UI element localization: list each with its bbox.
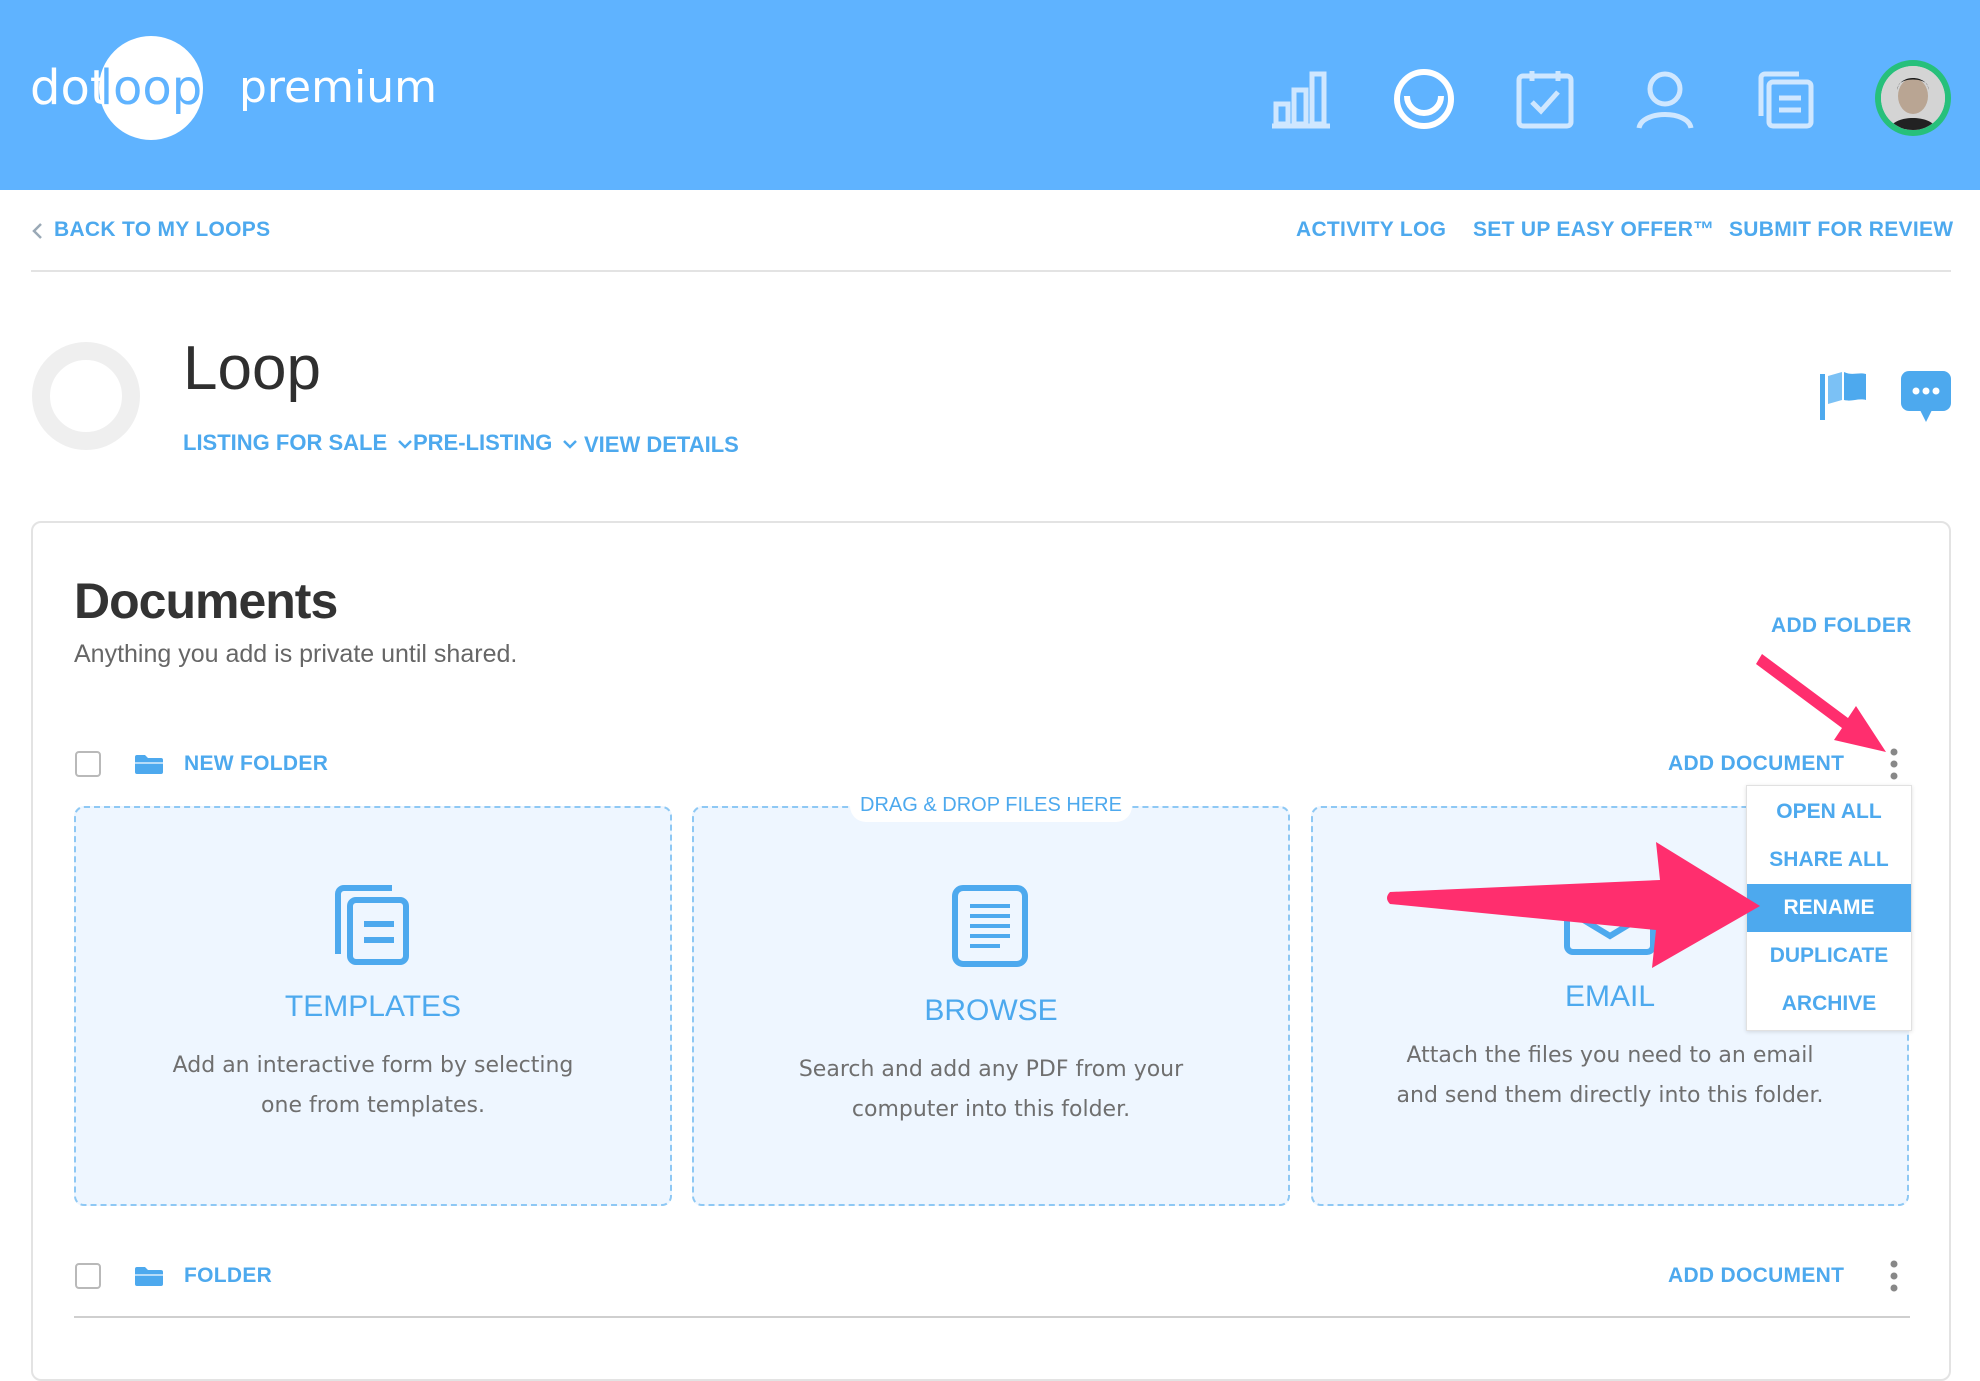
- loop-title: Loop: [183, 334, 321, 403]
- browse-desc-line2: computer into this folder.: [851, 1097, 1131, 1122]
- status-dropdown[interactable]: PRE-LISTING: [413, 430, 578, 456]
- templates-desc-line1: Add an interactive form by selecting: [172, 1053, 574, 1078]
- menu-item-rename[interactable]: RENAME: [1747, 884, 1911, 932]
- flag-icon[interactable]: [1818, 370, 1868, 422]
- folder-icon: [135, 1267, 163, 1286]
- add-document-link[interactable]: ADD DOCUMENT: [1668, 1264, 1844, 1288]
- folder-icon: [135, 755, 163, 774]
- browse-document-icon: [952, 885, 1028, 967]
- templates-desc-line2: one from templates.: [261, 1093, 485, 1118]
- submit-for-review-link[interactable]: SUBMIT FOR REVIEW: [1729, 218, 1953, 242]
- documents-icon[interactable]: [1755, 68, 1817, 130]
- drag-drop-label: DRAG & DROP FILES HERE: [850, 788, 1132, 822]
- folder-name-new-folder[interactable]: NEW FOLDER: [184, 752, 328, 776]
- folder-divider: [74, 1316, 1910, 1318]
- folder-checkbox[interactable]: [75, 751, 101, 777]
- chevron-down-icon: [398, 440, 413, 449]
- view-details-link[interactable]: VIEW DETAILS: [584, 432, 739, 458]
- menu-item-open-all[interactable]: OPEN ALL: [1747, 788, 1911, 836]
- loop-progress-circle: [32, 342, 140, 450]
- profile-icon[interactable]: [1634, 68, 1696, 130]
- chart-icon[interactable]: [1270, 68, 1332, 130]
- easy-offer-link[interactable]: SET UP EASY OFFER™: [1473, 218, 1715, 242]
- avatar[interactable]: [1881, 66, 1945, 130]
- add-document-link[interactable]: ADD DOCUMENT: [1668, 752, 1844, 776]
- status-label: PRE-LISTING: [413, 430, 553, 455]
- folder-checkbox[interactable]: [75, 1263, 101, 1289]
- email-desc-line1: Attach the files you need to an email: [1406, 1043, 1814, 1068]
- templates-icon: [335, 885, 409, 965]
- loop-icon[interactable]: [1393, 68, 1455, 130]
- documents-subtitle: Anything you add is private until shared…: [74, 640, 518, 668]
- more-options-icon[interactable]: [1889, 1259, 1899, 1295]
- add-folder-link[interactable]: ADD FOLDER: [1771, 614, 1912, 638]
- logo-dot-text: dot: [30, 60, 109, 116]
- logo-loop-text: loop: [99, 60, 203, 116]
- activity-log-link[interactable]: ACTIVITY LOG: [1296, 218, 1446, 242]
- back-to-my-loops-link[interactable]: BACK TO MY LOOPS: [54, 218, 270, 242]
- plan-label: premium: [239, 62, 437, 113]
- templates-title: TEMPLATES: [284, 990, 462, 1023]
- menu-item-duplicate[interactable]: DUPLICATE: [1747, 932, 1911, 980]
- more-options-icon[interactable]: [1889, 747, 1899, 783]
- documents-title: Documents: [74, 573, 338, 629]
- transaction-type-label: LISTING FOR SALE: [183, 430, 388, 455]
- folder-options-menu: OPEN ALL SHARE ALL RENAME DUPLICATE ARCH…: [1746, 785, 1912, 1031]
- chevron-down-icon: [563, 440, 578, 449]
- chat-icon[interactable]: [1900, 370, 1952, 424]
- browse-desc-line1: Search and add any PDF from your: [798, 1057, 1184, 1082]
- transaction-type-dropdown[interactable]: LISTING FOR SALE: [183, 430, 413, 456]
- folder-name-folder[interactable]: FOLDER: [184, 1264, 272, 1288]
- browse-title: BROWSE: [924, 994, 1058, 1027]
- avatar-portrait-icon: [1881, 66, 1945, 130]
- menu-item-archive[interactable]: ARCHIVE: [1747, 980, 1911, 1028]
- email-icon: [1564, 907, 1656, 955]
- subnav-divider: [31, 270, 1951, 272]
- tasks-icon[interactable]: [1514, 68, 1576, 130]
- chevron-left-icon[interactable]: [31, 222, 43, 240]
- email-desc-line2: and send them directly into this folder.: [1396, 1083, 1824, 1108]
- menu-item-share-all[interactable]: SHARE ALL: [1747, 836, 1911, 884]
